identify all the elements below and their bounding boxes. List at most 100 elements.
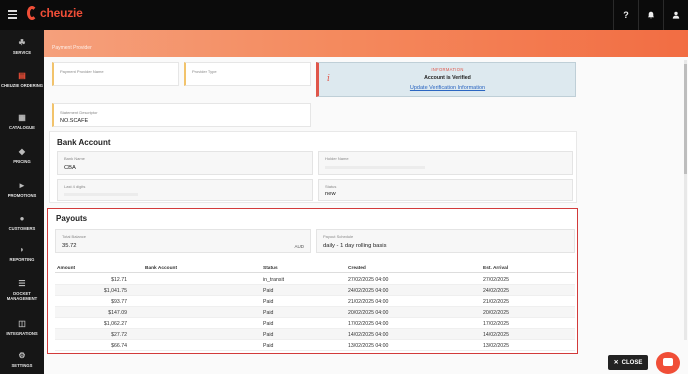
status-cell: Paid — [263, 343, 274, 349]
payouts-card: Payouts Total Balance 35.72 AUD Payout S… — [47, 208, 578, 354]
logo-text: cheuzie — [40, 6, 83, 20]
field-label: Total Balance — [62, 234, 87, 239]
bank-name-field[interactable]: Bank Name CBA — [57, 151, 313, 175]
close-button[interactable]: ✕ CLOSE — [608, 355, 648, 370]
created-cell: 21/02/2025 04:00 — [348, 299, 389, 305]
ordering-icon: ▤ — [18, 71, 26, 80]
sidebar-item-label: INTEGRATIONS — [6, 331, 38, 336]
payout-schedule-field: Payout Schedule daily - 1 day rolling ba… — [316, 229, 575, 253]
table-row[interactable]: $93.77 Paid 21/02/2025 04:00 21/02/2025 — [55, 296, 575, 307]
sidebar-item-docket-management[interactable]: ☰ DOCKET MANAGEMENT — [0, 279, 44, 302]
amount-cell: $27.72 — [111, 332, 127, 338]
logo[interactable]: cheuzie — [27, 6, 83, 20]
status-cell: Paid — [263, 299, 274, 305]
arrival-cell: 21/02/2025 — [483, 299, 509, 305]
column-header-status[interactable]: Status — [263, 266, 278, 271]
created-cell: 27/02/2025 04:00 — [348, 277, 389, 283]
column-header-created[interactable]: Created — [348, 266, 366, 271]
status-field[interactable]: Status new — [318, 179, 573, 201]
field-value: daily - 1 day rolling basis — [323, 243, 387, 249]
sidebar-item-settings[interactable]: ⚙ SETTINGS — [0, 351, 44, 369]
column-header-bank-account[interactable]: Bank Account — [145, 266, 177, 271]
update-verification-link[interactable]: Update Verification Information — [319, 85, 576, 91]
sidebar-item-reporting[interactable]: ◗ REPORTING — [0, 245, 44, 263]
chart-icon: ◗ — [19, 245, 25, 254]
table-row[interactable]: $66.74 Paid 13/02/2025 04:00 13/02/2025 — [55, 340, 575, 351]
sidebar-item-integrations[interactable]: ◫ INTEGRATIONS — [0, 319, 44, 337]
bell-icon[interactable] — [638, 0, 663, 30]
sidebar: ☘ SERVICE ▤ CHEUZIE ORDERING ▦ CATALOGUE… — [0, 30, 44, 374]
statement-descriptor-field[interactable]: Statement Descriptor NO.SCAFE — [52, 103, 311, 127]
sidebar-item-label: SERVICE — [12, 50, 32, 55]
arrival-cell: 20/02/2025 — [483, 310, 509, 316]
column-header-est-arrival[interactable]: Est. Arrival — [483, 266, 508, 271]
sidebar-item-customers[interactable]: ● CUSTOMERS — [0, 214, 44, 232]
sidebar-item-label: PROMOTIONS — [7, 193, 37, 198]
docket-icon: ☰ — [18, 279, 26, 288]
payment-provider-name-field[interactable]: Payment Provider Name — [52, 62, 179, 86]
created-cell: 17/02/2025 04:00 — [348, 321, 389, 327]
field-label: Provider Type — [192, 69, 217, 74]
service-icon: ☘ — [18, 38, 26, 47]
tag-icon: ◆ — [18, 147, 26, 156]
help-icon[interactable]: ? — [613, 0, 638, 30]
chat-icon[interactable] — [656, 352, 680, 374]
field-value: NO.SCAFE — [60, 118, 89, 124]
gear-icon: ⚙ — [18, 351, 26, 360]
payouts-title: Payouts — [56, 214, 88, 223]
amount-cell: $93.77 — [111, 299, 127, 305]
arrival-cell: 24/02/2025 — [483, 288, 509, 294]
created-cell: 20/02/2025 04:00 — [348, 310, 389, 316]
sidebar-item-service[interactable]: ☘ SERVICE — [0, 38, 44, 56]
last-4-digits-field[interactable]: Last 4 digits — [57, 179, 313, 201]
catalogue-icon: ▦ — [18, 113, 26, 122]
amount-cell: $12.71 — [111, 277, 127, 283]
bank-account-card: Bank Account Bank Name CBA Holder Name L… — [49, 131, 577, 203]
field-label: Status — [325, 184, 337, 189]
table-row[interactable]: $1,041.75 Paid 24/02/2025 04:00 24/02/20… — [55, 285, 575, 296]
sidebar-item-label: PRICING — [13, 159, 31, 164]
menu-icon[interactable] — [8, 10, 17, 19]
field-label: Payout Schedule — [323, 234, 354, 239]
amount-cell: $66.74 — [111, 343, 127, 349]
column-header-amount[interactable]: Amount — [57, 266, 75, 271]
status-cell: Paid — [263, 288, 274, 294]
arrival-cell: 13/02/2025 — [483, 343, 509, 349]
close-icon: ✕ — [613, 360, 619, 366]
provider-type-field[interactable]: Provider Type — [184, 62, 311, 86]
scrollbar[interactable] — [684, 60, 687, 340]
sidebar-item-promotions[interactable]: ► PROMOTIONS — [0, 182, 44, 199]
user-icon[interactable] — [663, 0, 688, 30]
info-heading: INFORMATION — [431, 67, 464, 72]
table-row[interactable]: $27.72 Paid 14/02/2025 04:00 14/02/2025 — [55, 329, 575, 340]
plug-icon: ◫ — [18, 319, 26, 328]
sidebar-item-catalogue[interactable]: ▦ CATALOGUE — [0, 113, 44, 131]
field-label: Statement Descriptor — [60, 110, 98, 115]
table-row[interactable]: $1,062.27 Paid 17/02/2025 04:00 17/02/20… — [55, 318, 575, 329]
table-row[interactable]: $147.09 Paid 20/02/2025 04:00 20/02/2025 — [55, 307, 575, 318]
page-banner: Payment Provider — [44, 30, 688, 57]
top-icons: ? — [613, 0, 688, 30]
field-label: Last 4 digits — [64, 184, 86, 189]
users-icon: ● — [19, 214, 25, 223]
table-row[interactable]: $12.71 in_transit 27/02/2025 04:00 27/02… — [55, 274, 575, 285]
main-content: Payment Provider Payment Provider Name P… — [44, 30, 688, 374]
status-cell: Paid — [263, 332, 274, 338]
sidebar-item-label: CUSTOMERS — [8, 226, 36, 231]
field-label: Payment Provider Name — [60, 69, 104, 74]
sidebar-item-cheuzie-ordering[interactable]: ▤ CHEUZIE ORDERING — [0, 71, 44, 89]
amount-cell: $1,041.75 — [103, 288, 127, 294]
arrival-cell: 14/02/2025 — [483, 332, 509, 338]
top-bar: cheuzie ? — [0, 0, 688, 30]
sidebar-item-pricing[interactable]: ◆ PRICING — [0, 147, 44, 165]
page-title: Payment Provider — [52, 45, 92, 51]
status-cell: in_transit — [263, 277, 285, 283]
scrollbar-thumb[interactable] — [684, 64, 687, 174]
info-text: Account is Verified — [424, 75, 471, 81]
sidebar-item-label: DOCKET MANAGEMENT — [6, 291, 38, 301]
created-cell: 24/02/2025 04:00 — [348, 288, 389, 294]
status-cell: Paid — [263, 321, 274, 327]
total-balance-field: Total Balance 35.72 AUD — [55, 229, 311, 253]
holder-name-field[interactable]: Holder Name — [318, 151, 573, 175]
arrival-cell: 27/02/2025 — [483, 277, 509, 283]
